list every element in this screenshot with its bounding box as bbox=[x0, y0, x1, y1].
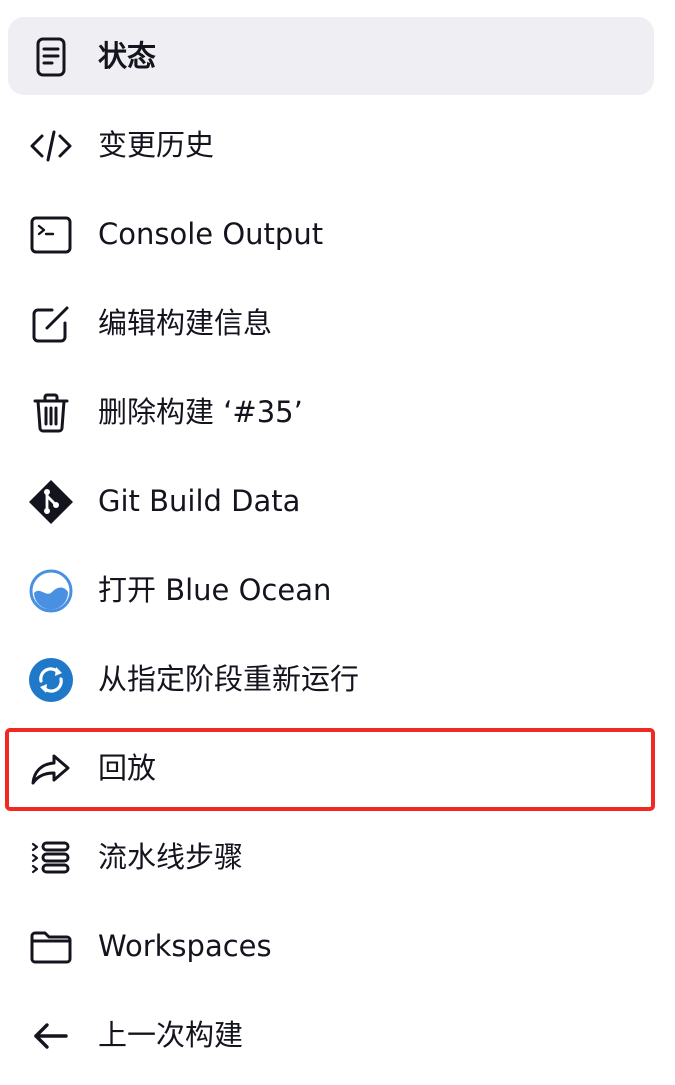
menu-item-label: 回放 bbox=[98, 751, 157, 785]
menu-item-status[interactable]: 状态 bbox=[8, 17, 654, 95]
menu-item-replay[interactable]: 回放 bbox=[8, 729, 654, 807]
menu-item-label: 从指定阶段重新运行 bbox=[98, 662, 360, 696]
menu-item-label: 打开 Blue Ocean bbox=[98, 573, 332, 607]
arrow-left-icon bbox=[28, 1013, 74, 1059]
trash-icon bbox=[28, 390, 74, 436]
restart-stage-icon bbox=[28, 657, 74, 703]
menu-item-open-blue-ocean[interactable]: 打开 Blue Ocean bbox=[8, 551, 654, 629]
menu-item-previous-build[interactable]: 上一次构建 bbox=[8, 996, 654, 1074]
menu-item-restart-from-stage[interactable]: 从指定阶段重新运行 bbox=[8, 640, 654, 718]
menu-item-label: Console Output bbox=[98, 217, 324, 251]
pipeline-steps-icon bbox=[28, 835, 74, 881]
terminal-icon bbox=[28, 212, 74, 258]
menu-item-label: 删除构建 ‘#35’ bbox=[98, 395, 303, 429]
git-icon bbox=[28, 479, 74, 525]
menu-item-edit-build-info[interactable]: 编辑构建信息 bbox=[8, 284, 654, 362]
menu-item-label: 流水线步骤 bbox=[98, 840, 244, 874]
menu-item-label: 编辑构建信息 bbox=[98, 306, 273, 340]
status-document-icon bbox=[28, 34, 74, 80]
menu-item-changes[interactable]: 变更历史 bbox=[8, 106, 654, 184]
menu-item-workspaces[interactable]: Workspaces bbox=[8, 907, 654, 985]
edit-icon bbox=[28, 301, 74, 347]
menu-item-git-build-data[interactable]: Git Build Data bbox=[8, 462, 654, 540]
code-brackets-icon bbox=[28, 123, 74, 169]
menu-item-label: 上一次构建 bbox=[98, 1018, 244, 1052]
folder-icon bbox=[28, 924, 74, 970]
menu-item-label: 状态 bbox=[98, 39, 157, 73]
menu-item-pipeline-steps[interactable]: 流水线步骤 bbox=[8, 818, 654, 896]
menu-item-label: Git Build Data bbox=[98, 484, 301, 518]
replay-icon bbox=[28, 746, 74, 792]
menu-item-label: 变更历史 bbox=[98, 128, 215, 162]
menu-item-label: Workspaces bbox=[98, 929, 272, 963]
side-menu: 状态 变更历史 Console Output 编辑构建信息 删除构建 ‘#35’… bbox=[0, 0, 675, 1085]
blue-ocean-icon bbox=[28, 568, 74, 614]
menu-item-console-output[interactable]: Console Output bbox=[8, 195, 654, 273]
menu-item-delete-build[interactable]: 删除构建 ‘#35’ bbox=[8, 373, 654, 451]
